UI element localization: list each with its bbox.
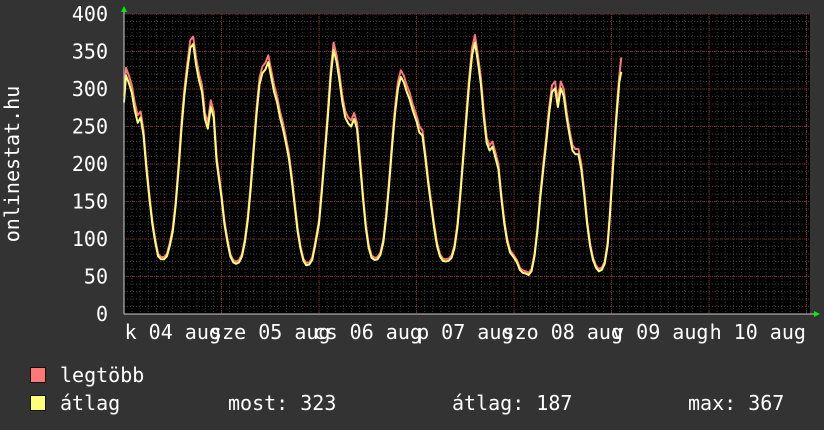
y-tick-label: 250: [72, 115, 108, 139]
x-tick-label: p 07 aug: [417, 320, 513, 344]
legend-label: átlag: [60, 391, 121, 415]
y-tick-label: 300: [72, 77, 108, 101]
stat-most: most: 323: [228, 391, 337, 415]
legend-item-legtobb: legtöbb: [30, 363, 144, 387]
y-tick-label: 100: [72, 227, 108, 251]
x-tick-label: szo 08 aug: [503, 320, 623, 344]
x-tick-label: v 09 aug: [612, 320, 708, 344]
y-axis-arrow: [121, 6, 127, 12]
y-tick-label: 350: [72, 40, 108, 64]
y-tick-label: 50: [84, 265, 108, 289]
x-tick-label: h 10 aug: [710, 320, 806, 344]
y-tick-label: 150: [72, 190, 108, 214]
stat-max: max: 367: [688, 391, 785, 415]
x-tick-label: cs 06 aug: [314, 320, 422, 344]
y-tick-label: 0: [96, 302, 108, 326]
x-tick-label: k 04 aug: [125, 320, 221, 344]
stat-atlag: átlag: 187: [452, 391, 573, 415]
y-ticks: 0 50 100 150 200 250 300 350 400: [72, 2, 108, 326]
x-tick-label: sze 05 aug: [210, 320, 330, 344]
y-axis-label: onlinestat.hu: [0, 86, 24, 243]
legend-swatch: [30, 367, 46, 383]
x-axis-arrow: [814, 311, 820, 317]
legend-label: legtöbb: [60, 363, 145, 387]
legend-swatch: [30, 395, 46, 411]
y-tick-label: 200: [72, 152, 108, 176]
legend-item-atlag: átlag: [30, 391, 120, 415]
y-tick-label: 400: [72, 2, 108, 26]
x-labels: k 04 augsze 05 augcs 06 augp 07 augszo 0…: [125, 320, 806, 344]
